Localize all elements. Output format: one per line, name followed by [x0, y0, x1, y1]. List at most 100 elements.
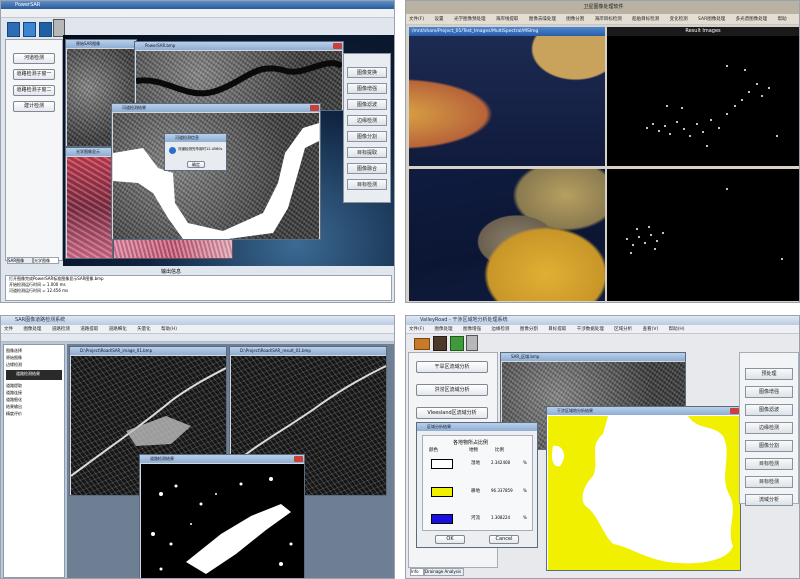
menu-optical-preprocess[interactable]: 光学图像预处理 — [454, 17, 486, 22]
col-name: 地物 — [469, 448, 478, 453]
row-value: 1.308224 — [491, 515, 511, 520]
menu-segment[interactable]: 图像分割 — [566, 17, 584, 22]
tree-item[interactable]: 道路细化 — [6, 396, 62, 403]
river-result-window[interactable]: 河道检测结果 — [111, 103, 321, 240]
function-button-7[interactable]: 目标检测 — [745, 476, 793, 488]
result-images-label: Result Images — [685, 28, 721, 34]
function-button-2[interactable]: 图像增强 — [745, 386, 793, 398]
stats-box: 各地物所占比例 颜色 地物 比例 湿地 2.342408 % 耕地 96.337… — [422, 435, 533, 531]
function-button-2[interactable]: 图像增强 — [347, 83, 387, 94]
menu-coastline[interactable]: 海岸线提取 — [496, 17, 519, 22]
image-icon[interactable] — [39, 22, 52, 37]
menu-image-process[interactable]: 图像处理 — [23, 327, 41, 332]
optical-image-window-title: 光学图像显示 — [66, 148, 112, 156]
menu-help[interactable]: 帮助(H) — [161, 327, 177, 332]
river-path — [136, 60, 342, 97]
menu-road-detect[interactable]: 道路检测 — [52, 327, 70, 332]
menu-enhance[interactable]: 图像增强 — [463, 327, 481, 332]
function-button-1[interactable]: 预处理 — [745, 368, 793, 380]
menu-ship-target[interactable]: 船舶目标检测 — [632, 17, 659, 22]
function-button-3[interactable]: 图像滤波 — [347, 99, 387, 110]
menu-road-thin[interactable]: 道路细化 — [109, 327, 127, 332]
menu-coast-target[interactable]: 海岸目标检测 — [595, 17, 622, 22]
menu-view[interactable]: 查看(V) — [643, 327, 659, 332]
row-name: 湿地 — [471, 461, 480, 466]
info-dialog[interactable]: 河道检测信息 河道检测完毕用时12.4560s 确定 — [164, 133, 227, 171]
download-icon[interactable] — [450, 336, 464, 351]
bottom-tab-drainage[interactable]: Drainage Analysis — [424, 568, 464, 576]
road-result-window[interactable]: 道路检测结果 — [139, 454, 305, 578]
book-icon[interactable] — [433, 336, 447, 351]
menu-settings[interactable]: 设置 — [435, 17, 444, 22]
close-icon[interactable] — [730, 408, 739, 414]
menu-help[interactable]: 帮助(H) — [669, 327, 685, 332]
tree-item[interactable]: 道路提取 — [6, 382, 62, 389]
road-detect-child2-button[interactable]: 道路检测子窗二 — [13, 85, 55, 96]
panel-tab-sar[interactable]: SAR图像 — [7, 257, 33, 264]
drainage-map — [548, 416, 740, 570]
close-icon[interactable] — [310, 105, 319, 111]
swatch-farmland — [431, 487, 453, 497]
function-button-7[interactable]: 图像融合 — [347, 163, 387, 174]
function-button-1[interactable]: 图像变换 — [347, 67, 387, 78]
detected-points-2 — [626, 188, 783, 260]
tree-item-highlight[interactable]: 道路检测结果 — [6, 370, 62, 380]
flood-analysis-button[interactable]: 洪涝区流域分析 — [416, 384, 488, 396]
menu-region[interactable]: 区域分析 — [614, 327, 632, 332]
panel-tab-optical[interactable]: 光学图像 — [33, 257, 59, 264]
menu-sar[interactable]: SAR图像处理 — [698, 17, 725, 22]
image-path: /mnt/share/Project_01/Test_Images/MultiS… — [412, 29, 539, 34]
menu-denoise[interactable]: 图像去噪处理 — [529, 17, 556, 22]
function-button-8[interactable]: 目标检测 — [347, 179, 387, 190]
function-button-6[interactable]: 目标提取 — [347, 147, 387, 158]
tree-item[interactable]: 图像选择 — [6, 347, 62, 354]
info-dialog-text: 河道检测完毕用时12.4560s — [178, 147, 223, 151]
trash-icon[interactable] — [466, 335, 478, 351]
menu-file[interactable]: 文件 — [4, 327, 13, 332]
row-unit: % — [523, 515, 527, 520]
tree-item[interactable]: 精度评价 — [6, 410, 62, 417]
menu-multispectral[interactable]: 多光谱图像处理 — [736, 17, 768, 22]
function-button-5[interactable]: 图像分割 — [745, 440, 793, 452]
menu-road-extract[interactable]: 道路提取 — [80, 327, 98, 332]
stats-dialog[interactable]: 区域分析结果 各地物所占比例 颜色 地物 比例 湿地 2.342408 % 耕地… — [416, 422, 538, 548]
menu-segment[interactable]: 图像分割 — [520, 327, 538, 332]
stats-cancel-button[interactable]: Cancel — [489, 535, 519, 544]
optical-image-window[interactable]: 光学图像显示 — [65, 147, 113, 259]
road-detect-child1-button[interactable]: 道路检测子窗一 — [13, 69, 55, 80]
menu-edge[interactable]: 边缘检测 — [491, 327, 509, 332]
menu-interfero[interactable]: 干涉数据处理 — [577, 327, 604, 332]
menu-target[interactable]: 目标提取 — [548, 327, 566, 332]
tree-item[interactable]: 结果输出 — [6, 403, 62, 410]
tree-item[interactable]: 道路连接 — [6, 389, 62, 396]
tree-item[interactable]: 原始图像 — [6, 354, 62, 361]
function-button-3[interactable]: 图像滤波 — [745, 404, 793, 416]
function-button-4[interactable]: 边缘检测 — [745, 422, 793, 434]
river-detect-button[interactable]: 河道检测 — [13, 53, 55, 64]
dialog-ok-button[interactable]: 确定 — [187, 161, 205, 168]
function-button-5[interactable]: 图像分割 — [347, 131, 387, 142]
function-button-8[interactable]: 流域分析 — [745, 494, 793, 506]
menu-file[interactable]: 文件(F) — [409, 327, 424, 332]
sar-image-window-2[interactable]: PowerSAR.bmp — [134, 41, 344, 111]
road-image-window-2-title: D:\Project\Road\SAR_result_01.bmp — [230, 347, 386, 355]
arid-analysis-button[interactable]: 干旱区流域分析 — [416, 361, 488, 373]
menu-change[interactable]: 变化检测 — [670, 17, 688, 22]
menu-vectorize[interactable]: 矢量化 — [137, 327, 151, 332]
menu-file[interactable]: 文件(F) — [409, 17, 424, 22]
close-icon[interactable] — [333, 43, 342, 49]
drainage-result-window[interactable]: 干涉区域地分析结果 — [546, 406, 741, 571]
stats-ok-button[interactable]: OK — [435, 535, 465, 544]
vleesland-analysis-button[interactable]: Vleesland区流域分析 — [416, 407, 488, 419]
function-button-4[interactable]: 边缘检测 — [347, 115, 387, 126]
function-button-6[interactable]: 目标检测 — [745, 458, 793, 470]
menu-image-process[interactable]: 图像处理 — [435, 327, 453, 332]
open-file-icon[interactable] — [7, 22, 20, 37]
open-folder-icon[interactable] — [414, 338, 430, 350]
menu-help[interactable]: 帮助 — [778, 17, 787, 22]
building-detect-button[interactable]: 建计检测 — [13, 101, 55, 112]
tree-item[interactable]: 边缘检测 — [6, 361, 62, 368]
bottom-tab-info[interactable]: Info — [410, 568, 424, 576]
close-icon[interactable] — [294, 456, 303, 462]
save-icon[interactable] — [23, 22, 36, 37]
